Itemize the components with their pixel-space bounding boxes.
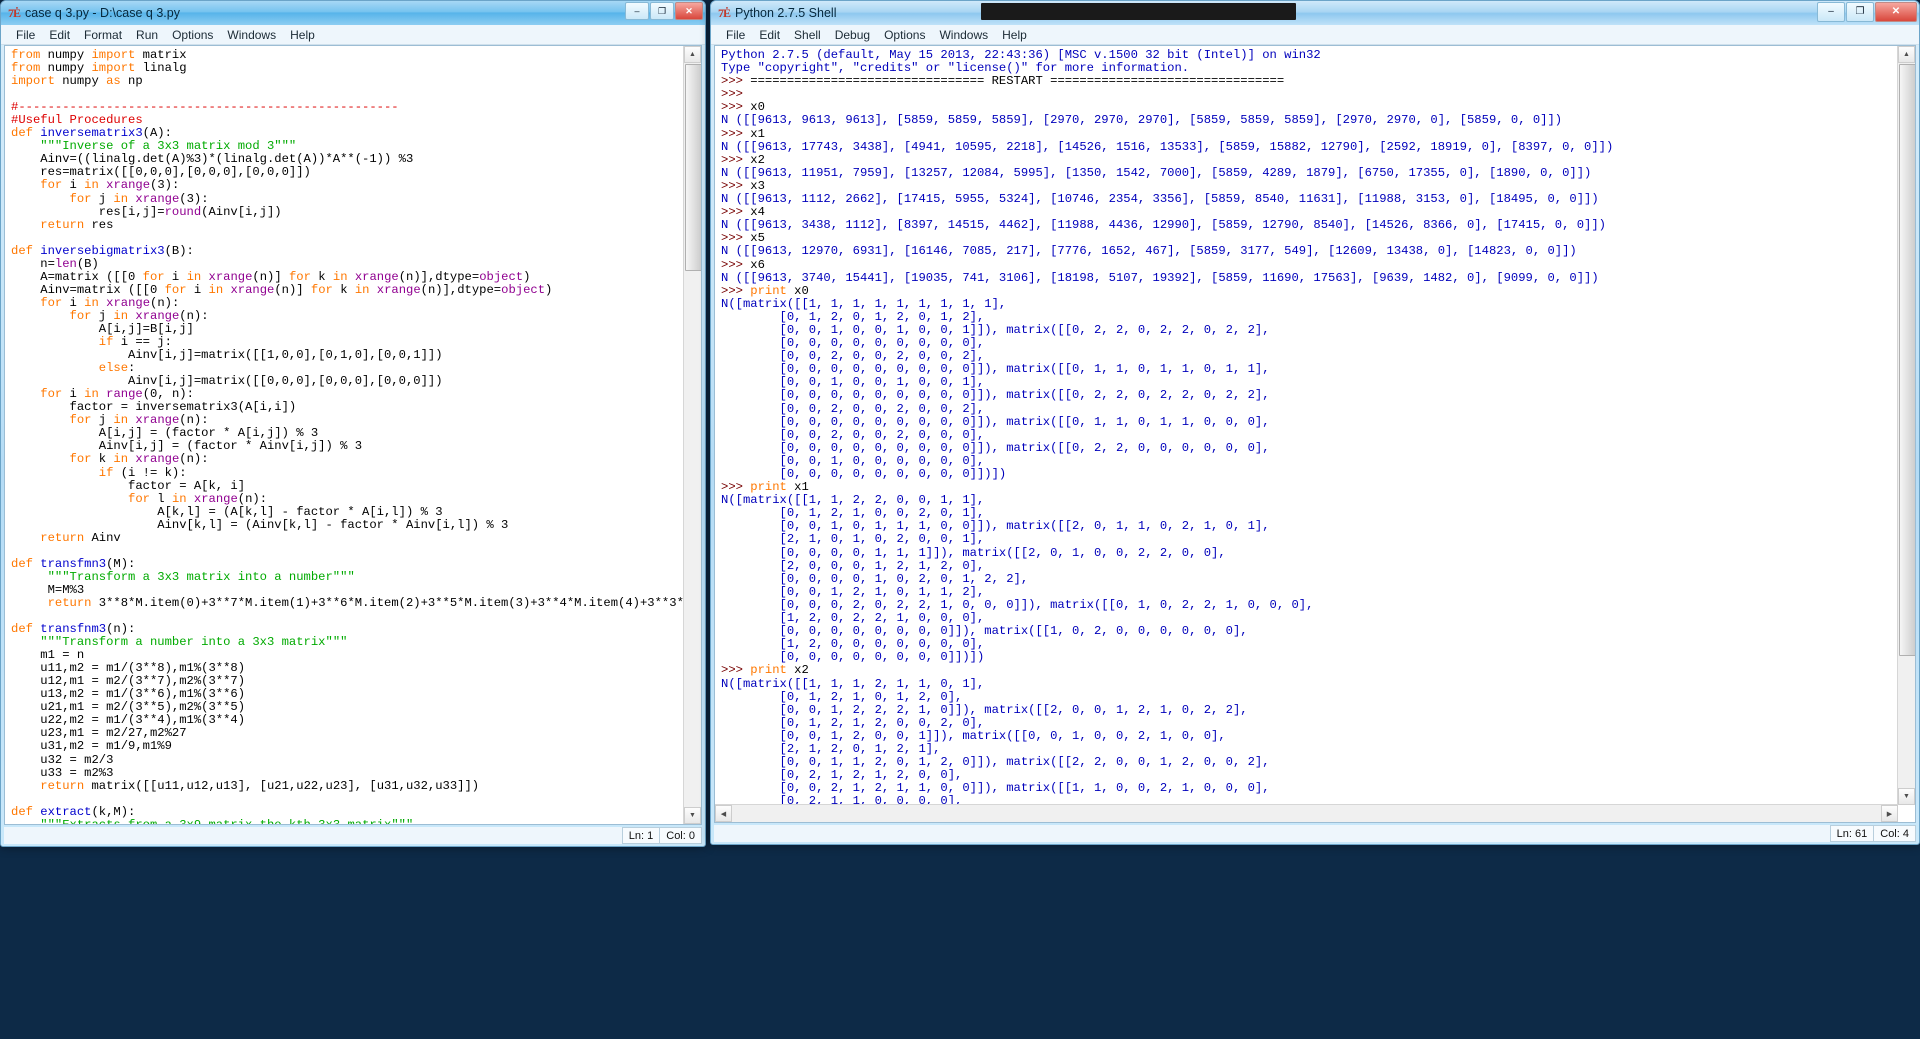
code-editor-text[interactable]: from numpy import matrixfrom numpy impor… — [5, 46, 684, 824]
code-line: N ([[9613, 9613, 9613], [5859, 5859, 585… — [721, 114, 1898, 127]
editor-vertical-scrollbar[interactable]: ▲ ▼ — [683, 46, 701, 824]
shell-title: Python 2.7.5 Shell — [735, 6, 836, 20]
shell-window[interactable]: 7Ė Python 2.7.5 Shell – ❐ ✕ File Edit Sh… — [710, 0, 1920, 845]
python-logo-icon: 7Ė — [8, 6, 20, 21]
shell-scroll-up-icon[interactable]: ▲ — [1898, 46, 1915, 63]
editor-window[interactable]: 7Ė case q 3.py - D:\case q 3.py – ❐ ✕ Fi… — [0, 0, 706, 847]
code-line: N ([[9613, 3740, 15441], [19035, 741, 31… — [721, 272, 1898, 285]
code-line: N ([[9613, 12970, 6931], [16146, 7085, 2… — [721, 245, 1898, 258]
shell-scroll-right-icon[interactable]: ▶ — [1881, 805, 1898, 822]
editor-title: case q 3.py - D:\case q 3.py — [25, 6, 180, 20]
editor-titlebar[interactable]: 7Ė case q 3.py - D:\case q 3.py – ❐ ✕ — [1, 1, 705, 25]
code-line: return matrix([[u11,u12,u13], [u21,u22,u… — [11, 780, 684, 793]
scroll-down-icon[interactable]: ▼ — [684, 807, 701, 824]
shell-close-button[interactable]: ✕ — [1875, 2, 1917, 22]
code-line: return 3**8*M.item(0)+3**7*M.item(1)+3**… — [11, 597, 684, 610]
code-line: return res — [11, 219, 684, 232]
code-line: """Extracts from a 3x9 matrix the kth 3x… — [11, 819, 684, 824]
redacted-region — [981, 3, 1296, 20]
editor-line-indicator: Ln: 1 — [622, 827, 660, 844]
editor-statusbar: Ln: 1 Col: 0 — [4, 827, 702, 844]
shell-vertical-scrollbar[interactable]: ▲ ▼ — [1897, 46, 1915, 805]
code-line: >>> — [721, 88, 1898, 101]
close-button[interactable]: ✕ — [675, 2, 703, 20]
minimize-button[interactable]: – — [625, 2, 649, 20]
desktop: 7Ė case q 3.py - D:\case q 3.py – ❐ ✕ Fi… — [0, 0, 1920, 1039]
code-line: [0, 0, 0, 0, 0, 0, 0, 0, 0]])]) — [721, 468, 1898, 481]
shell-menu-edit[interactable]: Edit — [752, 27, 787, 43]
shell-menu-windows[interactable]: Windows — [932, 27, 995, 43]
shell-line-indicator: Ln: 61 — [1830, 825, 1875, 842]
maximize-button[interactable]: ❐ — [650, 2, 674, 20]
code-line: def inversebigmatrix3(B): — [11, 245, 684, 258]
menu-run[interactable]: Run — [129, 27, 165, 43]
shell-output-text[interactable]: Python 2.7.5 (default, May 15 2013, 22:4… — [715, 46, 1898, 805]
python-shell-logo-icon: 7Ė — [718, 6, 730, 21]
code-line: >>> ================================ RES… — [721, 75, 1898, 88]
menu-windows[interactable]: Windows — [220, 27, 283, 43]
code-line: N ([[9613, 11951, 7959], [13257, 12084, … — [721, 167, 1898, 180]
code-line: import numpy as np — [11, 75, 684, 88]
shell-scroll-left-icon[interactable]: ◀ — [715, 805, 732, 822]
menu-format[interactable]: Format — [77, 27, 129, 43]
scroll-up-icon[interactable]: ▲ — [684, 46, 701, 63]
shell-scroll-down-icon[interactable]: ▼ — [1898, 788, 1915, 805]
shell-minimize-button[interactable]: – — [1817, 2, 1845, 22]
code-line: return Ainv — [11, 532, 684, 545]
editor-scroll-thumb[interactable] — [685, 64, 702, 271]
code-line: """Transform a number into a 3x3 matrix"… — [11, 636, 684, 649]
editor-col-indicator: Col: 0 — [659, 827, 702, 844]
shell-statusbar: Ln: 61 Col: 4 — [714, 825, 1916, 842]
shell-titlebar[interactable]: 7Ė Python 2.7.5 Shell – ❐ ✕ — [711, 1, 1919, 25]
shell-client-area: Python 2.7.5 (default, May 15 2013, 22:4… — [714, 45, 1916, 823]
shell-scroll-thumb[interactable] — [1899, 64, 1916, 656]
shell-menu-debug[interactable]: Debug — [828, 27, 877, 43]
code-line: N ([[9613, 1112, 2662], [17415, 5955, 53… — [721, 193, 1898, 206]
editor-menubar[interactable]: File Edit Format Run Options Windows Hel… — [1, 25, 705, 45]
menu-help[interactable]: Help — [283, 27, 322, 43]
shell-menu-file[interactable]: File — [719, 27, 752, 43]
shell-menubar[interactable]: File Edit Shell Debug Options Windows He… — [711, 25, 1919, 45]
menu-file[interactable]: File — [9, 27, 42, 43]
shell-horizontal-scrollbar[interactable]: ◀ ▶ — [715, 804, 1898, 822]
editor-client-area: from numpy import matrixfrom numpy impor… — [4, 45, 702, 825]
shell-window-controls[interactable]: – ❐ ✕ — [1817, 2, 1917, 22]
editor-window-controls[interactable]: – ❐ ✕ — [625, 2, 703, 20]
code-line: [0, 0, 0, 0, 0, 0, 0, 0]])]) — [721, 651, 1898, 664]
shell-menu-help[interactable]: Help — [995, 27, 1034, 43]
code-line: """Transform a 3x3 matrix into a number"… — [11, 571, 684, 584]
shell-menu-shell[interactable]: Shell — [787, 27, 828, 43]
shell-menu-options[interactable]: Options — [877, 27, 932, 43]
shell-col-indicator: Col: 4 — [1873, 825, 1916, 842]
menu-edit[interactable]: Edit — [42, 27, 77, 43]
menu-options[interactable]: Options — [165, 27, 220, 43]
shell-maximize-button[interactable]: ❐ — [1846, 2, 1874, 22]
code-line: N ([[9613, 3438, 1112], [8397, 14515, 44… — [721, 219, 1898, 232]
code-line: N ([[9613, 17743, 3438], [4941, 10595, 2… — [721, 141, 1898, 154]
